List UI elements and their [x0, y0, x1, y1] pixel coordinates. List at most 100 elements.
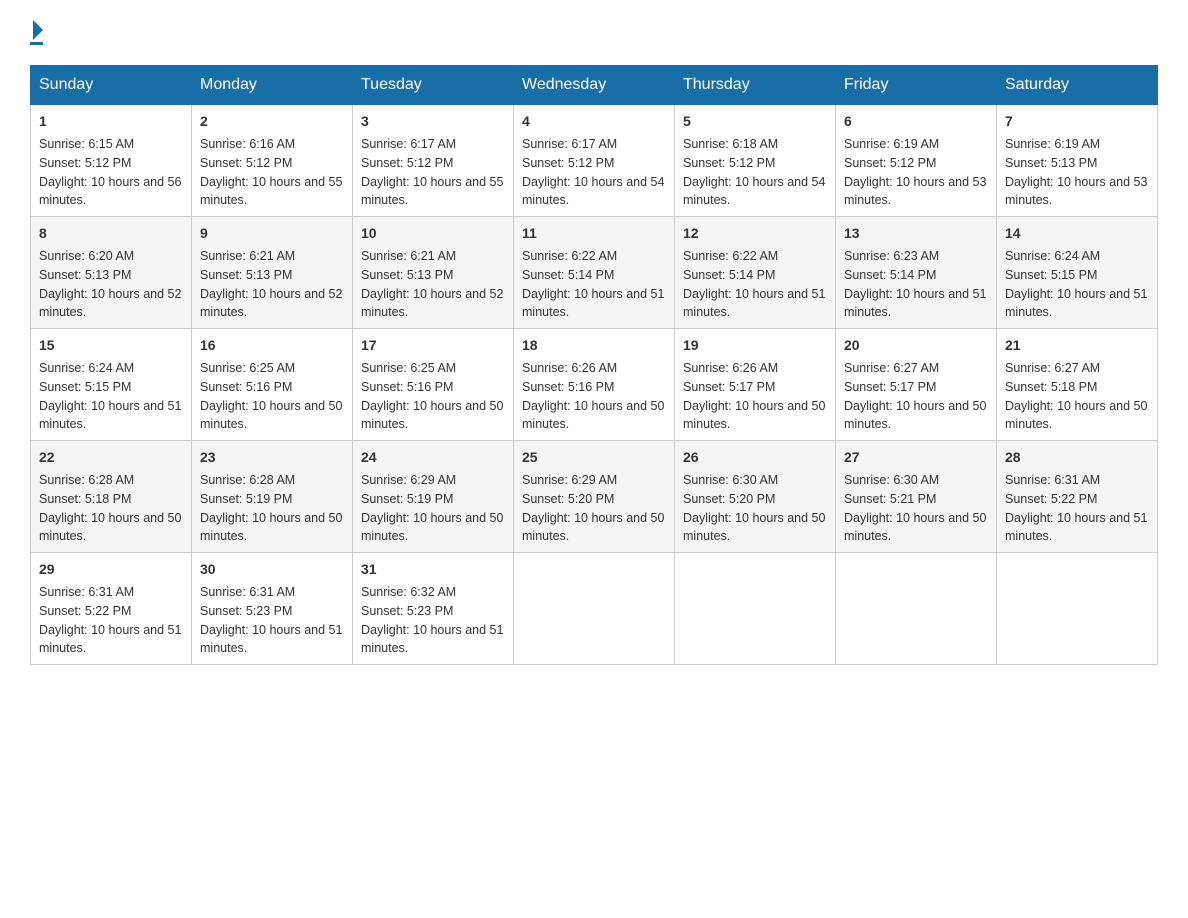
calendar-cell: 16 Sunrise: 6:25 AM Sunset: 5:16 PM Dayligh… [192, 329, 353, 441]
calendar-week-row: 15Sunrise: 6:24 AMSunset: 5:15 PMDayligh… [31, 329, 1158, 441]
day-number: 17 [361, 335, 505, 356]
calendar-cell: 28Sunrise: 6:31 AMSunset: 5:22 PMDayligh… [997, 441, 1158, 553]
calendar-cell: 3Sunrise: 6:17 AMSunset: 5:12 PMDaylight… [353, 105, 514, 217]
day-sunrise: Sunrise: 6:25 AM [361, 361, 456, 375]
day-sunset: Sunset: 5:12 PM [683, 156, 775, 170]
day-number: 30 [200, 559, 344, 580]
day-number: 2 [200, 111, 344, 132]
calendar-week-row: 22Sunrise: 6:28 AMSunset: 5:18 PMDayligh… [31, 441, 1158, 553]
day-sunrise: Sunrise: 6:22 AM [683, 249, 778, 263]
day-daylight: Daylight: 10 hours and 52 minutes. [200, 287, 342, 320]
day-number: 10 [361, 223, 505, 244]
calendar-cell: 9Sunrise: 6:21 AMSunset: 5:13 PMDaylight… [192, 217, 353, 329]
day-sunset: Sunset: 5:13 PM [200, 268, 292, 282]
day-sunset: Sunset: 5:16 PM [200, 380, 292, 394]
calendar-cell: 4Sunrise: 6:17 AMSunset: 5:12 PMDaylight… [514, 105, 675, 217]
calendar-header-monday: Monday [192, 66, 353, 105]
day-number: 16 [200, 335, 344, 356]
day-daylight: Daylight: 10 hours and 52 minutes. [361, 287, 503, 320]
calendar-cell: 27Sunrise: 6:30 AMSunset: 5:21 PMDayligh… [836, 441, 997, 553]
calendar-cell: 11Sunrise: 6:22 AMSunset: 5:14 PMDayligh… [514, 217, 675, 329]
day-sunrise: Sunrise: 6:32 AM [361, 585, 456, 599]
calendar-cell: 31 Sunrise: 6:32 AM Sunset: 5:23 PM Dayligh… [353, 553, 514, 665]
day-number: 12 [683, 223, 827, 244]
calendar-cell: 25Sunrise: 6:29 AMSunset: 5:20 PMDayligh… [514, 441, 675, 553]
day-sunrise: Sunrise: 6:23 AM [844, 249, 939, 263]
calendar-header-thursday: Thursday [675, 66, 836, 105]
day-sunset: Sunset: 5:20 PM [683, 492, 775, 506]
day-number: 11 [522, 223, 666, 244]
calendar-cell: 15Sunrise: 6:24 AMSunset: 5:15 PMDayligh… [31, 329, 192, 441]
day-sunrise: Sunrise: 6:31 AM [200, 585, 295, 599]
day-sunset: Sunset: 5:21 PM [844, 492, 936, 506]
calendar-cell [997, 553, 1158, 665]
day-daylight: Daylight: 10 hours and 50 minutes. [683, 399, 825, 432]
calendar-header-tuesday: Tuesday [353, 66, 514, 105]
calendar-week-row: 29Sunrise: 6:31 AMSunset: 5:22 PMDayligh… [31, 553, 1158, 665]
day-sunrise: Sunrise: 6:30 AM [844, 473, 939, 487]
day-sunset: Sunset: 5:19 PM [200, 492, 292, 506]
day-number: 29 [39, 559, 183, 580]
calendar-cell: 26 Sunrise: 6:30 AM Sunset: 5:20 PM Dayligh… [675, 441, 836, 553]
day-sunrise: Sunrise: 6:19 AM [844, 137, 939, 151]
day-daylight: Daylight: 10 hours and 50 minutes. [200, 399, 342, 432]
day-sunset: Sunset: 5:15 PM [39, 380, 131, 394]
calendar-cell: 12Sunrise: 6:22 AMSunset: 5:14 PMDayligh… [675, 217, 836, 329]
calendar-cell: 7Sunrise: 6:19 AMSunset: 5:13 PMDaylight… [997, 105, 1158, 217]
day-sunrise: Sunrise: 6:17 AM [361, 137, 456, 151]
day-daylight: Daylight: 10 hours and 50 minutes. [522, 399, 664, 432]
day-number: 25 [522, 447, 666, 468]
day-number: 3 [361, 111, 505, 132]
day-number: 27 [844, 447, 988, 468]
day-daylight: Daylight: 10 hours and 51 minutes. [683, 287, 825, 320]
calendar-cell: 1Sunrise: 6:15 AMSunset: 5:12 PMDaylight… [31, 105, 192, 217]
day-sunrise: Sunrise: 6:21 AM [200, 249, 295, 263]
calendar-table: SundayMondayTuesdayWednesdayThursdayFrid… [30, 65, 1158, 665]
day-sunset: Sunset: 5:12 PM [39, 156, 131, 170]
calendar-cell: 17 Sunrise: 6:25 AM Sunset: 5:16 PM Dayligh… [353, 329, 514, 441]
calendar-header-row: SundayMondayTuesdayWednesdayThursdayFrid… [31, 66, 1158, 105]
calendar-cell: 19Sunrise: 6:26 AMSunset: 5:17 PMDayligh… [675, 329, 836, 441]
day-sunset: Sunset: 5:13 PM [39, 268, 131, 282]
day-sunrise: Sunrise: 6:25 AM [200, 361, 295, 375]
day-daylight: Daylight: 10 hours and 53 minutes. [844, 175, 986, 208]
day-sunrise: Sunrise: 6:15 AM [39, 137, 134, 151]
calendar-cell: 14Sunrise: 6:24 AMSunset: 5:15 PMDayligh… [997, 217, 1158, 329]
day-daylight: Daylight: 10 hours and 51 minutes. [361, 623, 503, 656]
day-sunrise: Sunrise: 6:30 AM [683, 473, 778, 487]
day-number: 28 [1005, 447, 1149, 468]
calendar-cell: 22Sunrise: 6:28 AMSunset: 5:18 PMDayligh… [31, 441, 192, 553]
day-daylight: Daylight: 10 hours and 51 minutes. [844, 287, 986, 320]
day-sunrise: Sunrise: 6:27 AM [1005, 361, 1100, 375]
day-number: 26 [683, 447, 827, 468]
day-number: 19 [683, 335, 827, 356]
day-sunset: Sunset: 5:20 PM [522, 492, 614, 506]
day-sunset: Sunset: 5:23 PM [361, 604, 453, 618]
day-sunset: Sunset: 5:17 PM [844, 380, 936, 394]
day-number: 13 [844, 223, 988, 244]
page-header [30, 20, 1158, 45]
day-sunset: Sunset: 5:19 PM [361, 492, 453, 506]
day-sunrise: Sunrise: 6:31 AM [39, 585, 134, 599]
day-daylight: Daylight: 10 hours and 50 minutes. [361, 399, 503, 432]
calendar-header-sunday: Sunday [31, 66, 192, 105]
day-sunset: Sunset: 5:14 PM [522, 268, 614, 282]
day-number: 22 [39, 447, 183, 468]
day-sunrise: Sunrise: 6:27 AM [844, 361, 939, 375]
day-daylight: Daylight: 10 hours and 50 minutes. [361, 511, 503, 544]
logo [30, 20, 43, 45]
calendar-cell: 8Sunrise: 6:20 AMSunset: 5:13 PMDaylight… [31, 217, 192, 329]
day-number: 1 [39, 111, 183, 132]
calendar-cell: 20Sunrise: 6:27 AMSunset: 5:17 PMDayligh… [836, 329, 997, 441]
day-daylight: Daylight: 10 hours and 51 minutes. [1005, 287, 1147, 320]
day-sunrise: Sunrise: 6:18 AM [683, 137, 778, 151]
logo-triangle-icon [33, 20, 43, 40]
day-daylight: Daylight: 10 hours and 50 minutes. [683, 511, 825, 544]
day-number: 31 [361, 559, 505, 580]
day-number: 4 [522, 111, 666, 132]
day-sunrise: Sunrise: 6:26 AM [683, 361, 778, 375]
calendar-cell: 23Sunrise: 6:28 AMSunset: 5:19 PMDayligh… [192, 441, 353, 553]
day-sunset: Sunset: 5:12 PM [200, 156, 292, 170]
calendar-cell [675, 553, 836, 665]
day-sunset: Sunset: 5:16 PM [361, 380, 453, 394]
